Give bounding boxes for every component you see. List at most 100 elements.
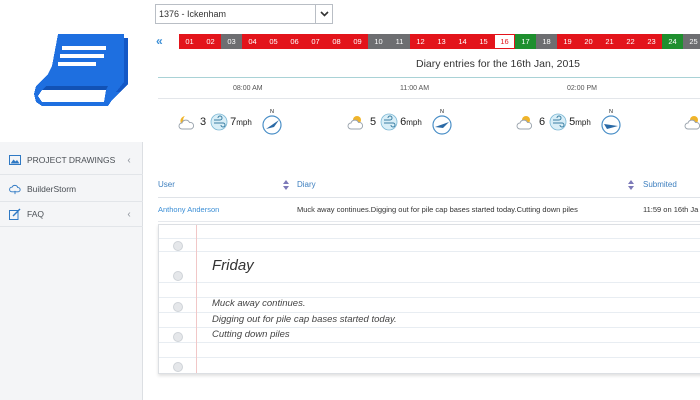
time-tick: 08:00 AM xyxy=(233,85,263,92)
day-cell[interactable]: 24 xyxy=(662,34,683,49)
binder-hole xyxy=(173,241,183,251)
chevron-left-icon: ‹ xyxy=(127,154,131,166)
column-header-user[interactable]: User xyxy=(158,180,175,189)
day-cell[interactable]: 10 xyxy=(368,34,389,49)
edit-icon xyxy=(9,208,21,220)
ruled-line xyxy=(159,342,700,343)
divider xyxy=(0,226,143,227)
compass-icon: N xyxy=(432,109,452,135)
main-content: 1376 - Ickenham « 01 02 03 04 05 06 07 08 09 10 11… xyxy=(143,0,700,400)
temperature-value: 6 xyxy=(539,116,546,128)
chevron-down-icon[interactable] xyxy=(315,5,332,23)
binder-hole xyxy=(173,302,183,312)
weather-slot: 6 5mph N xyxy=(515,106,623,138)
temperature-value: 3 xyxy=(200,116,207,128)
page-title: Diary entries for the 16th Jan, 2015 xyxy=(415,58,580,70)
drawings-icon xyxy=(9,154,21,166)
row-user-link[interactable]: Anthony Anderson xyxy=(158,205,219,214)
cloud-icon xyxy=(9,183,21,195)
margin-line xyxy=(196,225,197,373)
day-cell[interactable]: 07 xyxy=(305,34,326,49)
day-cell[interactable]: 21 xyxy=(599,34,620,49)
weather-slot-partial xyxy=(683,106,700,138)
app-root: PROJECT DRAWINGS ‹ BuilderStorm FAQ ‹ 13… xyxy=(0,0,700,400)
day-cell[interactable]: 09 xyxy=(347,34,368,49)
day-cell[interactable]: 25 xyxy=(683,34,700,49)
ruled-line xyxy=(159,357,700,358)
wind-icon xyxy=(549,113,567,131)
time-axis: 08:00 AM 11:00 AM 02:00 PM xyxy=(158,79,700,99)
partly-cloudy-day-icon xyxy=(347,116,364,130)
day-cell[interactable]: 19 xyxy=(557,34,578,49)
notebook-day: Friday xyxy=(212,257,254,274)
sidebar: PROJECT DRAWINGS ‹ BuilderStorm FAQ ‹ xyxy=(0,0,143,400)
day-cell[interactable]: 06 xyxy=(284,34,305,49)
site-select-value: 1376 - Ickenham xyxy=(159,9,227,19)
svg-text:N: N xyxy=(440,109,444,115)
divider xyxy=(0,174,143,175)
sort-icon[interactable] xyxy=(628,180,634,190)
day-cell[interactable]: 15 xyxy=(473,34,494,49)
compass-icon: N xyxy=(601,109,621,135)
weather-slot: 3 7mph N xyxy=(176,106,284,138)
day-cell[interactable]: 13 xyxy=(431,34,452,49)
wind-icon xyxy=(210,113,228,131)
weather-slot: 5 6mph N xyxy=(346,106,454,138)
sidebar-item-label: FAQ xyxy=(27,209,45,219)
chevron-left-icon: ‹ xyxy=(127,208,131,220)
row-submitted: 11:59 on 16th Ja xyxy=(643,205,699,214)
time-tick: 11:00 AM xyxy=(400,85,430,92)
binder-hole xyxy=(173,362,183,372)
time-tick: 02:00 PM xyxy=(567,85,597,92)
day-cell[interactable]: 05 xyxy=(263,34,284,49)
temperature-value: 5 xyxy=(370,116,377,128)
column-header-diary[interactable]: Diary xyxy=(297,180,316,189)
ruled-line xyxy=(159,238,700,239)
day-cell[interactable]: 02 xyxy=(200,34,221,49)
wind-unit: mph xyxy=(575,118,591,127)
partly-cloudy-day-icon xyxy=(516,116,533,130)
ruled-line xyxy=(159,282,700,283)
sidebar-item-label: BuilderStorm xyxy=(27,184,77,194)
table-header: User Diary Submited xyxy=(158,172,700,198)
day-cell[interactable]: 20 xyxy=(578,34,599,49)
day-cell[interactable]: 08 xyxy=(326,34,347,49)
notebook-line: Digging out for pile cap bases started t… xyxy=(212,314,397,325)
day-cell[interactable]: 14 xyxy=(452,34,473,49)
day-cell[interactable]: 01 xyxy=(179,34,200,49)
wind-unit: mph xyxy=(236,118,252,127)
compass-icon: N xyxy=(262,109,282,135)
diary-header: Diary entries for the 16th Jan, 2015 xyxy=(158,50,700,78)
day-cell[interactable]: 03 xyxy=(221,34,242,49)
day-cell[interactable]: 22 xyxy=(620,34,641,49)
diary-notebook: Friday Muck away continues. Digging out … xyxy=(158,224,700,374)
notebook-line: Muck away continues. xyxy=(212,298,306,309)
day-cell[interactable]: 16 xyxy=(494,34,515,49)
sidebar-item-label: PROJECT DRAWINGS xyxy=(27,155,116,165)
ruled-line xyxy=(159,312,700,313)
sort-icon[interactable] xyxy=(283,180,289,190)
partly-cloudy-day-icon xyxy=(684,116,700,130)
sidebar-item-faq[interactable]: FAQ ‹ xyxy=(0,202,143,226)
partly-cloudy-night-icon xyxy=(178,116,195,130)
day-cell[interactable]: 18 xyxy=(536,34,557,49)
ruled-line xyxy=(159,251,700,252)
svg-text:N: N xyxy=(609,109,613,115)
svg-text:N: N xyxy=(270,109,274,115)
diary-book-logo-icon xyxy=(34,34,128,106)
day-cell[interactable]: 12 xyxy=(410,34,431,49)
binder-hole xyxy=(173,332,183,342)
site-select[interactable]: 1376 - Ickenham xyxy=(155,4,333,24)
table-row[interactable]: Anthony Anderson Muck away continues.Dig… xyxy=(158,198,700,222)
day-cell[interactable]: 04 xyxy=(242,34,263,49)
day-cell[interactable]: 23 xyxy=(641,34,662,49)
notebook-line: Cutting down piles xyxy=(212,329,290,340)
double-chevron-left-icon[interactable]: « xyxy=(156,34,168,48)
column-header-submitted[interactable]: Submited xyxy=(643,180,677,189)
ruled-line xyxy=(159,327,700,328)
sidebar-item-builderstorm[interactable]: BuilderStorm xyxy=(0,177,143,201)
day-cell[interactable]: 17 xyxy=(515,34,536,49)
sidebar-item-project-drawings[interactable]: PROJECT DRAWINGS ‹ xyxy=(0,148,143,172)
wind-icon xyxy=(380,113,398,131)
day-cell[interactable]: 11 xyxy=(389,34,410,49)
